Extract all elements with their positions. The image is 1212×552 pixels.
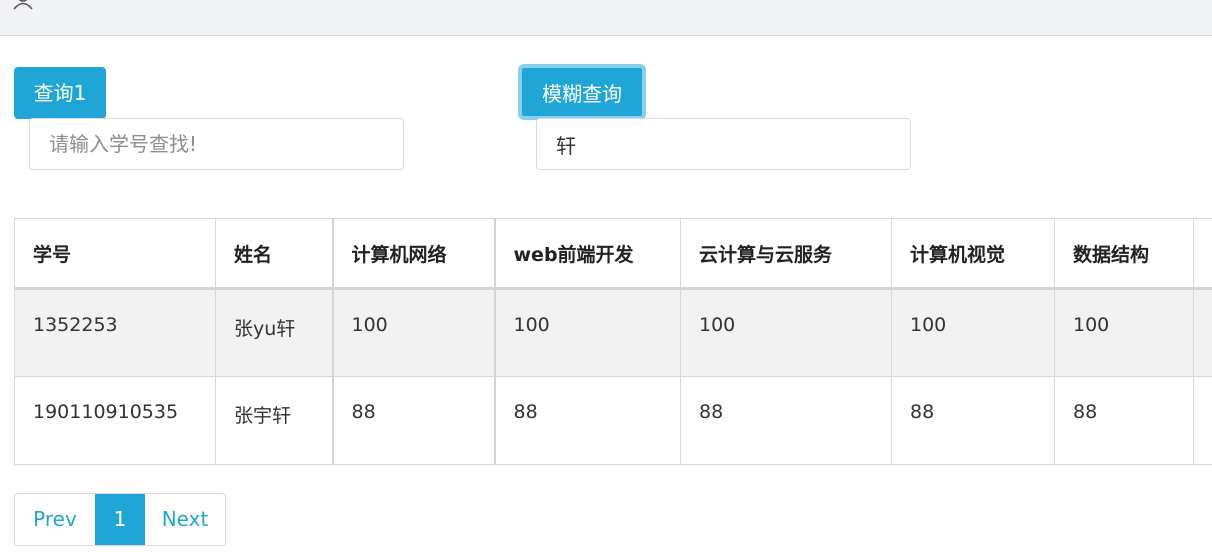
cell-extra (1193, 376, 1212, 465)
cell-cloud-computing: 88 (680, 376, 892, 465)
column-header-cloud-computing[interactable]: 云计算与云服务 (680, 218, 892, 290)
cell-computer-network: 88 (331, 376, 495, 465)
student-id-search-input[interactable] (29, 118, 404, 170)
column-header-student-id[interactable]: 学号 (14, 218, 216, 290)
cell-computer-network: 100 (331, 288, 495, 377)
cell-cloud-computing: 100 (680, 288, 892, 377)
table-header-row: 学号 姓名 计算机网络 web前端开发 云计算与云服务 计算机视觉 数据结构 (14, 218, 1212, 290)
cell-name: 张yu轩 (215, 288, 333, 377)
column-header-computer-vision[interactable]: 计算机视觉 (891, 218, 1055, 290)
pagination: Prev 1 Next (14, 493, 226, 546)
cell-name: 张宇轩 (215, 376, 333, 465)
cell-student-id: 190110910535 (14, 376, 216, 465)
column-header-data-structures[interactable]: 数据结构 (1054, 218, 1194, 290)
column-header-extra (1193, 218, 1212, 290)
fuzzy-search-input[interactable] (536, 118, 911, 170)
cell-data-structures: 88 (1054, 376, 1194, 465)
cell-web-frontend: 100 (493, 288, 681, 377)
cell-web-frontend: 88 (493, 376, 681, 465)
prev-page-button[interactable]: Prev (15, 494, 95, 545)
next-page-button[interactable]: Next (145, 494, 225, 545)
cell-student-id: 1352253 (14, 288, 216, 377)
fuzzy-query-button[interactable]: 模糊查询 (518, 64, 646, 120)
user-icon[interactable] (12, 0, 34, 10)
top-bar (0, 0, 1212, 36)
column-header-name[interactable]: 姓名 (215, 218, 333, 290)
cell-computer-vision: 100 (891, 288, 1055, 377)
column-header-web-frontend[interactable]: web前端开发 (493, 218, 681, 290)
cell-extra (1193, 288, 1212, 377)
query1-button[interactable]: 查询1 (14, 67, 106, 119)
grades-table: 学号 姓名 计算机网络 web前端开发 云计算与云服务 计算机视觉 数据结构 1… (14, 218, 1212, 465)
table-row: 190110910535 张宇轩 88 88 88 88 88 (14, 376, 1212, 465)
table-row: 1352253 张yu轩 100 100 100 100 100 (14, 288, 1212, 377)
page-1-button[interactable]: 1 (95, 494, 145, 545)
cell-data-structures: 100 (1054, 288, 1194, 377)
column-header-computer-network[interactable]: 计算机网络 (331, 218, 495, 290)
cell-computer-vision: 88 (891, 376, 1055, 465)
